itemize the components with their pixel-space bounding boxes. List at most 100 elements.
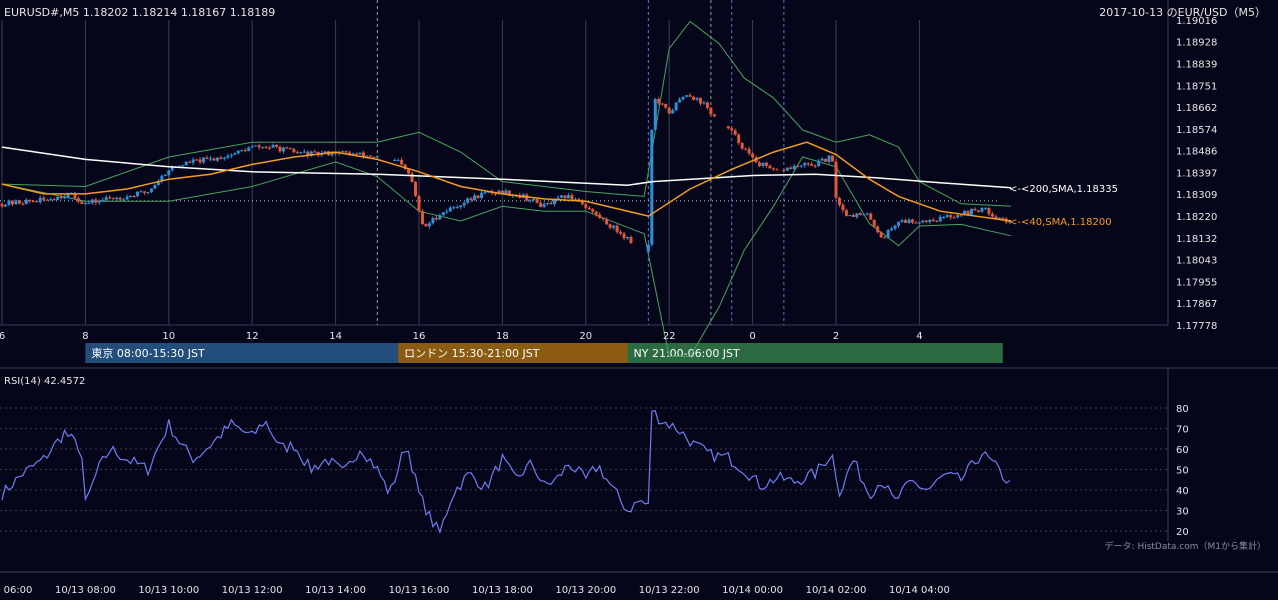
session-bars: 東京 08:00-15:30 JST ロンドン 15:30-21:00 JST NY… — [85, 343, 1003, 363]
candle-up — [886, 229, 890, 238]
candle-up — [431, 218, 435, 224]
candle-down — [400, 159, 404, 165]
price-tick-label: 1.18132 — [1176, 234, 1217, 245]
price-tick-label: 1.17955 — [1176, 277, 1217, 288]
session-label: NY 21:00-06:00 JST — [634, 347, 741, 360]
candle-down — [744, 148, 748, 150]
candle-down — [747, 149, 751, 154]
rsi-tick-label: 40 — [1176, 486, 1189, 497]
candle-up — [281, 147, 285, 152]
candle-down — [831, 155, 835, 162]
candle-down — [10, 200, 14, 205]
candle-down — [851, 215, 855, 217]
rsi-tick-label: 30 — [1176, 507, 1189, 518]
candle-down — [275, 144, 279, 147]
candle-down — [615, 225, 619, 232]
candle-down — [834, 161, 838, 198]
candle-down — [563, 195, 567, 199]
rsi-time-tick-label: 10/13 12:00 — [222, 585, 283, 596]
candle-up — [983, 207, 987, 209]
rsi-time-tick-label: 10/14 02:00 — [806, 585, 867, 596]
price-tick-label: 1.18043 — [1176, 256, 1217, 267]
candle-down — [264, 146, 268, 148]
candle-down — [539, 202, 543, 207]
price-tick-label: 1.18751 — [1176, 81, 1217, 92]
candle-up — [907, 219, 911, 223]
candle-down — [608, 224, 612, 228]
candle-up — [261, 146, 265, 148]
candle-down — [132, 195, 136, 197]
candle-up — [184, 161, 188, 166]
candle-down — [872, 219, 876, 227]
price-tick-label: 1.18662 — [1176, 103, 1217, 114]
candle-down — [410, 173, 414, 182]
candle-down — [660, 103, 664, 105]
candle-up — [945, 215, 949, 217]
candle-down — [813, 165, 817, 167]
candle-down — [52, 199, 56, 201]
candle-up — [653, 98, 657, 130]
candle-down — [688, 95, 692, 97]
candle-up — [358, 152, 362, 155]
candle-down — [976, 210, 980, 212]
candle-up — [532, 199, 536, 201]
candle-up — [365, 155, 369, 157]
candle-up — [129, 195, 133, 197]
candle-down — [657, 98, 661, 104]
session-label: ロンドン 15:30-21:00 JST — [404, 347, 540, 360]
candle-up — [462, 202, 466, 206]
candle-down — [876, 226, 880, 233]
candle-down — [733, 130, 737, 135]
candle-down — [205, 157, 209, 159]
candle-down — [768, 165, 772, 169]
candle-up — [890, 228, 894, 230]
candle-down — [591, 209, 595, 212]
candle-up — [942, 216, 946, 218]
candle-up — [375, 155, 379, 158]
time-tick-label: 0 — [749, 331, 755, 342]
candle-down — [810, 164, 814, 166]
candle-down — [667, 107, 671, 114]
candle-down — [758, 162, 762, 167]
price-tick-label: 1.18220 — [1176, 212, 1217, 223]
candle-down — [212, 158, 216, 161]
candle-down — [952, 217, 956, 219]
price-tick-label: 1.18486 — [1176, 147, 1217, 158]
price-tick-label: 1.18839 — [1176, 60, 1217, 71]
candle-down — [313, 151, 317, 153]
candle-down — [0, 203, 4, 207]
candle-up — [483, 192, 487, 194]
candle-down — [580, 201, 584, 205]
candle-down — [219, 157, 223, 159]
chart-date-title: 2017-10-13 のEUR/USD（M5） — [1099, 6, 1266, 19]
candle-up — [393, 159, 397, 161]
candle-up — [191, 159, 195, 163]
candle-up — [250, 146, 254, 148]
candle-down — [420, 211, 424, 225]
candle-up — [136, 191, 140, 197]
candle-up — [785, 167, 789, 171]
candle-down — [59, 196, 63, 199]
candle-down — [705, 102, 709, 108]
candle-up — [702, 102, 706, 104]
candle-up — [528, 199, 532, 201]
time-tick-label: 16 — [413, 331, 426, 342]
candle-up — [893, 225, 897, 229]
rsi-tick-label: 60 — [1176, 445, 1189, 456]
candle-up — [299, 152, 303, 154]
candle-up — [674, 102, 678, 111]
rsi-time-tick-label: 10/13 16:00 — [389, 585, 450, 596]
candle-up — [448, 207, 452, 212]
candle-down — [285, 147, 289, 149]
candle-up — [681, 96, 685, 100]
rsi-time-tick-label: 10/13 20:00 — [555, 585, 616, 596]
candle-up — [396, 159, 400, 161]
candle-down — [698, 97, 702, 104]
candle-down — [904, 220, 907, 223]
time-tick-label: 12 — [246, 331, 259, 342]
candle-up — [855, 213, 859, 217]
candle-down — [910, 219, 914, 223]
time-tick-label: 18 — [496, 331, 509, 342]
data-source-note: データ: HistData.com（M1から集計） — [1105, 540, 1266, 552]
rsi-time-tick-label: 10/13 22:00 — [639, 585, 700, 596]
